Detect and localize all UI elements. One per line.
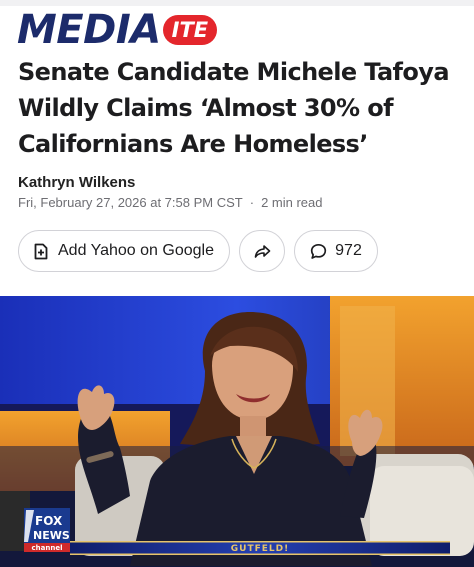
article-meta: Fri, February 27, 2026 at 7:58 PM CST · … [18, 195, 322, 210]
article-headline: Senate Candidate Michele Tafoya Wildly C… [18, 54, 463, 162]
add-yahoo-label: Add Yahoo on Google [58, 242, 214, 259]
share-button[interactable] [239, 230, 285, 272]
meta-separator: · [249, 195, 255, 210]
fox-logo-line3: channel [32, 544, 63, 552]
comments-button[interactable]: 972 [294, 230, 378, 272]
mediaite-logo[interactable]: MEDIA ITE [17, 7, 218, 53]
logo-badge: ITE [162, 15, 218, 45]
fox-logo-line2: NEWS [33, 529, 70, 542]
add-yahoo-on-google-button[interactable]: Add Yahoo on Google [18, 230, 230, 272]
publish-timestamp: Fri, February 27, 2026 at 7:58 PM CST [18, 195, 243, 210]
ticker-text: GUTFELD! [231, 544, 289, 554]
fox-news-logo: FOX NEWS channel [24, 508, 70, 552]
read-time: 2 min read [261, 195, 323, 210]
author-name[interactable]: Kathryn Wilkens [18, 174, 135, 191]
headline-line-2: Wildly Claims ‘Almost 30% of [18, 94, 394, 122]
fox-logo-line1: FOX [35, 514, 63, 528]
headline-line-3: Californians Are Homeless’ [18, 130, 368, 158]
article-video[interactable]: GUTFELD! FOX NEWS channel [0, 296, 474, 567]
top-strip [0, 0, 474, 6]
comment-bubble-icon [310, 243, 327, 260]
headline-line-1: Senate Candidate Michele Tafoya [18, 58, 450, 86]
logo-wordmark: MEDIA [17, 7, 161, 53]
video-frame: GUTFELD! FOX NEWS channel [0, 296, 474, 567]
share-arrow-icon [254, 244, 271, 259]
add-document-icon [34, 243, 48, 260]
comments-count: 972 [335, 242, 362, 259]
